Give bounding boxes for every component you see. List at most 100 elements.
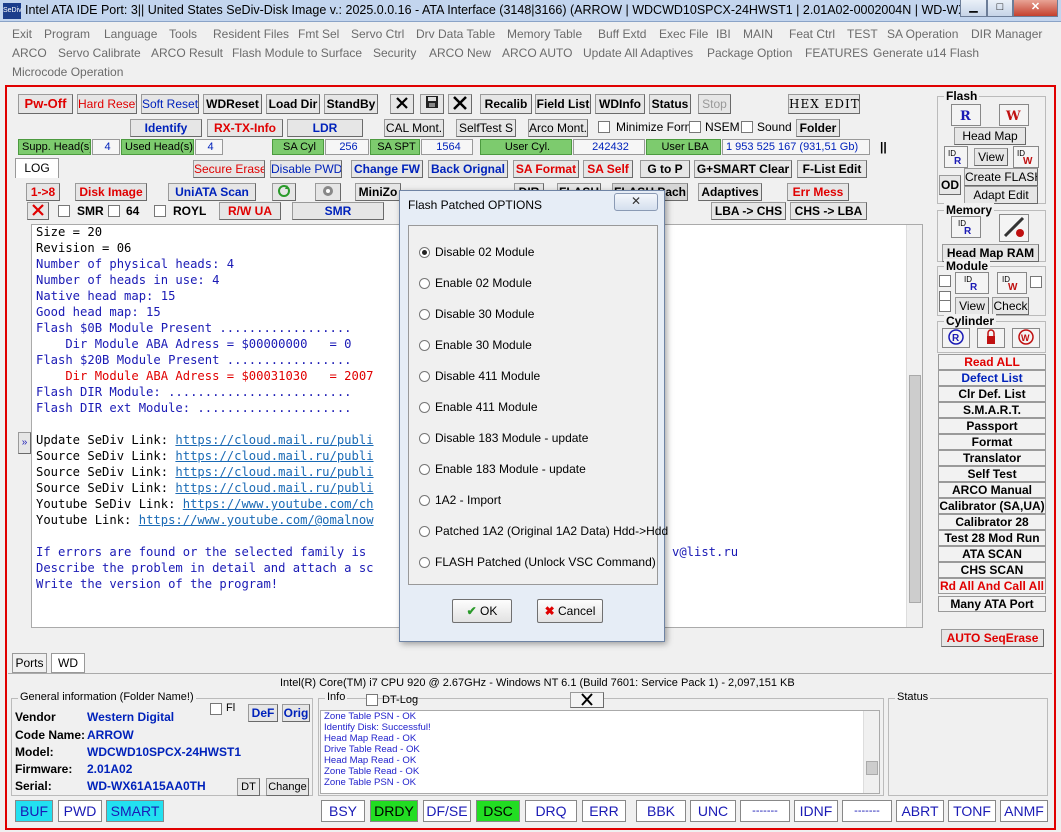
smr-button[interactable]: SMR [292,202,384,220]
g-to-p-button[interactable]: G to P [640,160,690,178]
recalib-button[interactable]: Recalib [480,94,532,114]
arco-mont-button[interactable]: Arco Mont. [528,119,588,137]
radio-enable-411[interactable] [419,402,430,413]
radio-disable-30[interactable] [419,309,430,320]
cal-mont-button[interactable]: CAL Mont. [384,119,444,137]
close-button[interactable]: ✕ [1013,0,1058,17]
menu-package-option[interactable]: Package Option [707,46,792,60]
tab-log[interactable]: LOG [15,158,59,178]
sixty-four-checkbox[interactable] [108,205,120,217]
fl-checkbox[interactable] [210,703,222,715]
disk-image-button[interactable]: Disk Image [75,183,147,201]
minizone-button[interactable]: MiniZo [355,183,401,201]
menu-resident-files[interactable]: Resident Files [213,27,289,41]
od-button[interactable]: OD [939,175,961,195]
menu-program[interactable]: Program [44,27,90,41]
folder-button[interactable]: Folder [796,119,840,137]
menu-servo-ctrl[interactable]: Servo Ctrl [351,27,404,41]
wdreset-button[interactable]: WDReset [203,94,262,114]
module-checkbox-1[interactable] [939,275,951,287]
stop-button[interactable]: Stop [698,94,731,114]
menu-main[interactable]: MAIN [743,27,773,41]
menu-arco-auto[interactable]: ARCO AUTO [502,46,572,60]
adapt-edit-button[interactable]: Adapt Edit [964,186,1038,204]
cylinder-write-button[interactable]: W [1012,328,1040,348]
uniata-scan-button[interactable]: UniATA Scan [168,183,256,201]
refresh-button[interactable] [272,183,296,201]
module-view-button[interactable]: View [955,297,989,315]
dt-button[interactable]: DT [237,778,260,796]
cancel-button[interactable]: ✖ Cancel [537,599,603,623]
soft-reset-button[interactable]: Soft Reset [141,94,199,114]
calibrator-28-button[interactable]: Calibrator 28 [938,514,1046,530]
hard-reset-button[interactable]: Hard Reset [77,94,137,114]
maximize-button[interactable]: □ [987,0,1013,17]
module-check-button[interactable]: Check [992,297,1029,315]
self-test-button[interactable]: Self Test [938,466,1046,482]
expand-button[interactable]: » [18,432,31,454]
sa-format-button[interactable]: SA Format [513,160,579,178]
menu-servo-calibrate[interactable]: Servo Calibrate [58,46,141,60]
flist-edit-button[interactable]: F-List Edit [797,160,867,178]
menu-sa-operation[interactable]: SA Operation [887,27,958,41]
settings-button[interactable] [315,183,341,201]
radio-enable-183[interactable] [419,464,430,475]
ldr-button[interactable]: LDR [287,119,363,137]
memory-tools-button[interactable] [999,214,1029,242]
flash-read-button[interactable]: R [951,104,981,126]
scroll-thumb[interactable] [866,761,878,775]
radio-disable-02[interactable] [419,247,430,258]
disable-pwd-button[interactable]: Disable PWD [270,160,342,178]
module-view-checkbox[interactable] [939,300,951,312]
change-fw-button[interactable]: Change FW [351,160,423,178]
load-dir-button[interactable]: Load Dir [266,94,320,114]
royl-checkbox[interactable] [154,205,166,217]
source-link[interactable]: https://cloud.mail.ru/publi [175,481,373,495]
sa-self-button[interactable]: SA Self [583,160,633,178]
orig-button[interactable]: Orig [282,704,310,722]
menu-features[interactable]: FEATURES [805,46,868,60]
format-button[interactable]: Format [938,434,1046,450]
console-scrollbar[interactable] [906,225,922,627]
ata-scan-button[interactable]: ATA SCAN [938,546,1046,562]
head-map-button[interactable]: Head Map [954,127,1026,145]
menu-buff-extd[interactable]: Buff Extd [598,27,646,41]
cylinder-lock-button[interactable] [977,328,1005,348]
menu-generate-u14-flash[interactable]: Generate u14 Flash [873,46,979,60]
lba-to-chs-button[interactable]: LBA -> CHS [711,202,786,220]
sound-checkbox[interactable] [741,121,753,133]
menu-feat-ctrl[interactable]: Feat Ctrl [789,27,835,41]
err-mess-button[interactable]: Err Mess [787,183,849,201]
pw-off-button[interactable]: Pw-Off [18,94,73,114]
pause-icon[interactable]: || [880,140,887,154]
scroll-thumb[interactable] [909,375,921,603]
menu-arco-new[interactable]: ARCO New [429,46,491,60]
radio-enable-30[interactable] [419,340,430,351]
adaptives-button[interactable]: Adaptives [698,183,762,201]
standby-button[interactable]: StandBy [324,94,378,114]
menu-dir-manager[interactable]: DIR Manager [971,27,1042,41]
radio-patched-1a2[interactable] [419,526,430,537]
memory-read-button[interactable]: ID R [951,216,981,238]
minimize-form-checkbox[interactable] [598,121,610,133]
smr-checkbox[interactable] [58,205,70,217]
tab-ports[interactable]: Ports [12,653,47,673]
module-checkbox-3[interactable] [1030,276,1042,288]
minimize-button[interactable]: ▁ [960,0,987,17]
test-28-mod-run-button[interactable]: Test 28 Mod Run [938,530,1046,546]
selftest-button[interactable]: SelfTest S [456,119,516,137]
chs-to-lba-button[interactable]: CHS -> LBA [790,202,867,220]
info-scrollbar[interactable] [863,711,879,793]
radio-1a2-import[interactable] [419,495,430,506]
menu-arco-result[interactable]: ARCO Result [151,46,223,60]
youtube-link[interactable]: https://www.youtube.com/ch [183,497,374,511]
menu-tools[interactable]: Tools [169,27,197,41]
save-button[interactable] [420,94,444,114]
read-all-button[interactable]: Read ALL [938,354,1046,370]
radio-flash-patched[interactable] [419,557,430,568]
flash-view-button[interactable]: View [974,148,1008,166]
status-button[interactable]: Status [649,94,691,114]
flash-write-button[interactable]: W [999,104,1029,126]
module-id-write-button[interactable]: ID W [997,272,1027,294]
menu-exec-file[interactable]: Exec File [659,27,708,41]
